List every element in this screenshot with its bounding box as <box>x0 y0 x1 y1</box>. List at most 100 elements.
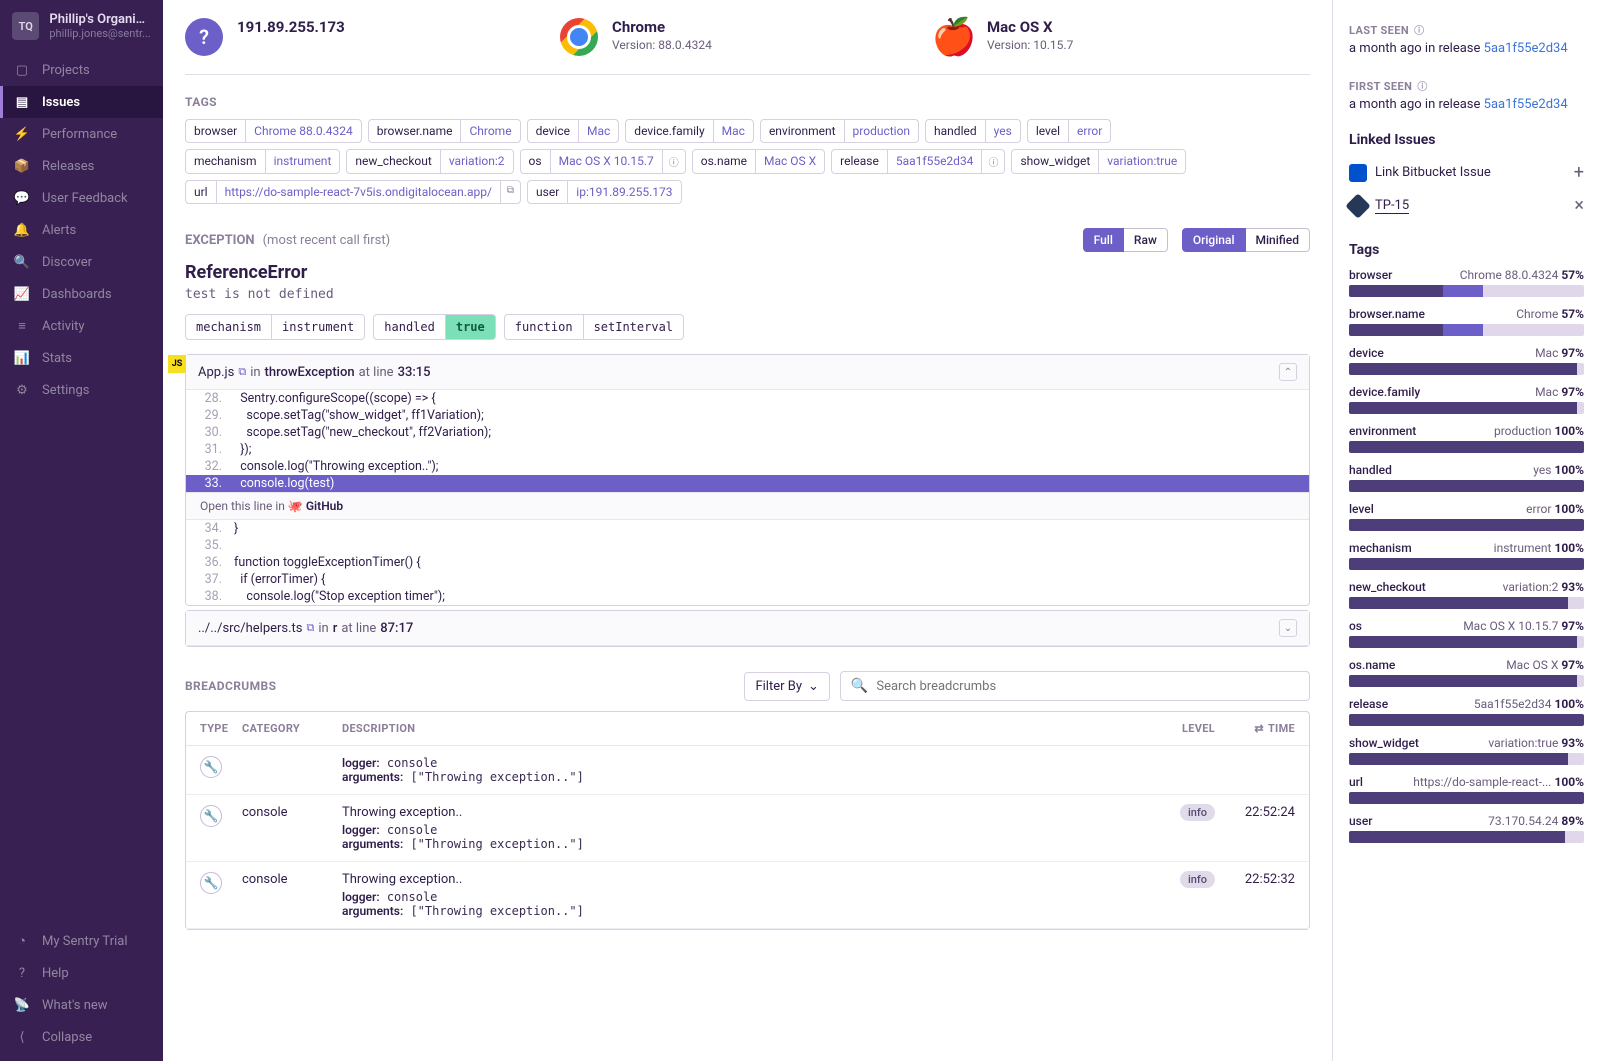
github-link[interactable]: GitHub <box>306 499 343 513</box>
tag-mechanism[interactable]: mechanisminstrument <box>185 149 340 174</box>
linked-item[interactable]: Link Bitbucket Issue+ <box>1349 156 1584 189</box>
tag-release[interactable]: release5aa1f55e2d34ⓘ <box>831 149 1005 174</box>
swap-icon[interactable]: ⇄ <box>1254 722 1264 735</box>
info-row: ? 191.89.255.173 Chrome Version: 88.0.43… <box>185 0 1310 75</box>
tag-bar-browser.name[interactable]: browser.nameChrome57% <box>1349 307 1584 336</box>
tag-browser.name[interactable]: browser.nameChrome <box>368 119 521 143</box>
tag-new_checkout[interactable]: new_checkoutvariation:2 <box>346 149 513 174</box>
first-seen-text: a month ago in release 5aa1f55e2d34 <box>1349 97 1584 112</box>
external-icon[interactable]: ⧉ <box>307 621 315 635</box>
info-icon[interactable]: ⓘ <box>1417 82 1427 93</box>
breadcrumb-row[interactable]: 🔧consoleThrowing exception..logger: cons… <box>186 862 1309 929</box>
nav-alerts[interactable]: 🔔Alerts <box>0 214 163 246</box>
bars-icon: 📊 <box>14 350 30 366</box>
code-line: 31. }); <box>186 441 1309 458</box>
code-line: 36.function toggleExceptionTimer() { <box>186 554 1309 571</box>
tag-device.family[interactable]: device.familyMac <box>625 119 754 143</box>
nav-my-sentry-trial[interactable]: ◔My Sentry Trial <box>0 925 163 957</box>
tag-bar-device.family[interactable]: device.familyMac97% <box>1349 385 1584 414</box>
bolt-icon: ⚡ <box>14 126 30 142</box>
last-seen-release[interactable]: 5aa1f55e2d34 <box>1484 41 1568 56</box>
tag-os.name[interactable]: os.nameMac OS X <box>692 149 825 174</box>
tag-bar-new_checkout[interactable]: new_checkoutvariation:293% <box>1349 580 1584 609</box>
tag-bar-url[interactable]: urlhttps://do-sample-react-...100% <box>1349 775 1584 804</box>
first-seen-release[interactable]: 5aa1f55e2d34 <box>1484 97 1568 112</box>
external-icon[interactable]: ⧉ <box>500 181 520 203</box>
btn-minified[interactable]: Minified <box>1246 228 1311 252</box>
breadcrumb-row[interactable]: 🔧consoleThrowing exception..logger: cons… <box>186 795 1309 862</box>
col-type: TYPE <box>200 722 242 735</box>
filter-button[interactable]: Filter By ⌄ <box>744 672 829 701</box>
help-icon: ? <box>14 965 30 981</box>
col-description: DESCRIPTION <box>342 722 1155 735</box>
nav-discover[interactable]: 🔍Discover <box>0 246 163 278</box>
org-header[interactable]: TQ Phillip's Organiz... phillip.jones@se… <box>0 0 163 54</box>
nav-releases[interactable]: 📦Releases <box>0 150 163 182</box>
nav-activity[interactable]: ≡Activity <box>0 310 163 342</box>
tag-bar-browser[interactable]: browserChrome 88.0.432457% <box>1349 268 1584 297</box>
user-icon: ? <box>185 18 223 56</box>
tag-bar-level[interactable]: levelerror100% <box>1349 502 1584 531</box>
exception-message: test is not defined <box>185 287 1310 302</box>
tag-bar-os.name[interactable]: os.nameMac OS X97% <box>1349 658 1584 687</box>
tag-handled[interactable]: handledyes <box>925 119 1021 143</box>
frame-header[interactable]: App.js ⧉ in throwException at line 33:15… <box>186 355 1309 390</box>
btn-raw[interactable]: Raw <box>1124 228 1168 252</box>
wrench-icon: 🔧 <box>200 872 222 894</box>
col-category: CATEGORY <box>242 722 342 735</box>
os-version: Version: 10.15.7 <box>987 38 1073 52</box>
tag-bar-environment[interactable]: environmentproduction100% <box>1349 424 1584 453</box>
nav-user-feedback[interactable]: 💬User Feedback <box>0 182 163 214</box>
nav-projects[interactable]: ▢Projects <box>0 54 163 86</box>
tag-bar-os[interactable]: osMac OS X 10.15.797% <box>1349 619 1584 648</box>
nav-dashboards[interactable]: 📈Dashboards <box>0 278 163 310</box>
browser-version: Version: 88.0.4324 <box>612 38 712 52</box>
tag-bar-release[interactable]: release5aa1f55e2d34100% <box>1349 697 1584 726</box>
linked-action[interactable]: + <box>1574 162 1584 183</box>
gear-icon: ⚙ <box>14 382 30 398</box>
tag-level[interactable]: levelerror <box>1027 119 1112 143</box>
btn-full[interactable]: Full <box>1083 228 1124 252</box>
collapse-button[interactable]: ⌃ <box>1279 363 1297 381</box>
code-line: 38. console.log("Stop exception timer"); <box>186 588 1309 605</box>
nav-what's-new[interactable]: 📡What's new <box>0 989 163 1021</box>
tag-browser[interactable]: browserChrome 88.0.4324 <box>185 119 362 143</box>
tag-bar-mechanism[interactable]: mechanisminstrument100% <box>1349 541 1584 570</box>
frame-header-2[interactable]: ../../src/helpers.ts ⧉ in r at line 87:1… <box>186 611 1309 646</box>
info-icon[interactable]: ⓘ <box>662 150 685 173</box>
breadcrumb-search[interactable]: 🔍 <box>840 671 1310 701</box>
info-icon[interactable]: ⓘ <box>981 150 1004 173</box>
nav-performance[interactable]: ⚡Performance <box>0 118 163 150</box>
rp-tags-label: Tags <box>1349 242 1584 258</box>
nav-issues[interactable]: ▤Issues <box>0 86 163 118</box>
nav-collapse[interactable]: ⟨Collapse <box>0 1021 163 1053</box>
search-input[interactable] <box>876 679 1299 694</box>
collapse-icon: ⟨ <box>14 1029 30 1045</box>
btn-original[interactable]: Original <box>1182 228 1246 252</box>
linked-action[interactable]: × <box>1574 195 1584 216</box>
nav-help[interactable]: ?Help <box>0 957 163 989</box>
tag-environment[interactable]: environmentproduction <box>760 119 919 143</box>
linked-item[interactable]: TP-15× <box>1349 189 1584 222</box>
stack-frame-2: ../../src/helpers.ts ⧉ in r at line 87:1… <box>185 610 1310 647</box>
breadcrumb-row[interactable]: 🔧logger: consolearguments: ["Throwing ex… <box>186 746 1309 795</box>
tag-show_widget[interactable]: show_widgetvariation:true <box>1011 149 1186 174</box>
tag-bar-user[interactable]: user73.170.54.2489% <box>1349 814 1584 843</box>
frame-fn: throwException <box>265 365 355 380</box>
nav-settings[interactable]: ⚙Settings <box>0 374 163 406</box>
tag-user[interactable]: userip:191.89.255.173 <box>527 180 682 204</box>
bell-icon: 🔔 <box>14 222 30 238</box>
tag-os[interactable]: osMac OS X 10.15.7ⓘ <box>520 149 686 174</box>
nav-stats[interactable]: 📊Stats <box>0 342 163 374</box>
tag-bar-handled[interactable]: handledyes100% <box>1349 463 1584 492</box>
tag-bar-show_widget[interactable]: show_widgetvariation:true93% <box>1349 736 1584 765</box>
meter-icon: ◔ <box>14 933 30 949</box>
external-icon[interactable]: ⧉ <box>238 365 246 379</box>
expand-button[interactable]: ⌄ <box>1279 619 1297 637</box>
tag-device[interactable]: deviceMac <box>527 119 620 143</box>
linked-issues-label: Linked Issues <box>1349 132 1584 148</box>
tag-bar-device[interactable]: deviceMac97% <box>1349 346 1584 375</box>
frame2-file: ../../src/helpers.ts <box>198 621 303 636</box>
info-icon[interactable]: ⓘ <box>1414 26 1424 37</box>
tag-url[interactable]: urlhttps://do-sample-react-7v5is.ondigit… <box>185 180 521 204</box>
